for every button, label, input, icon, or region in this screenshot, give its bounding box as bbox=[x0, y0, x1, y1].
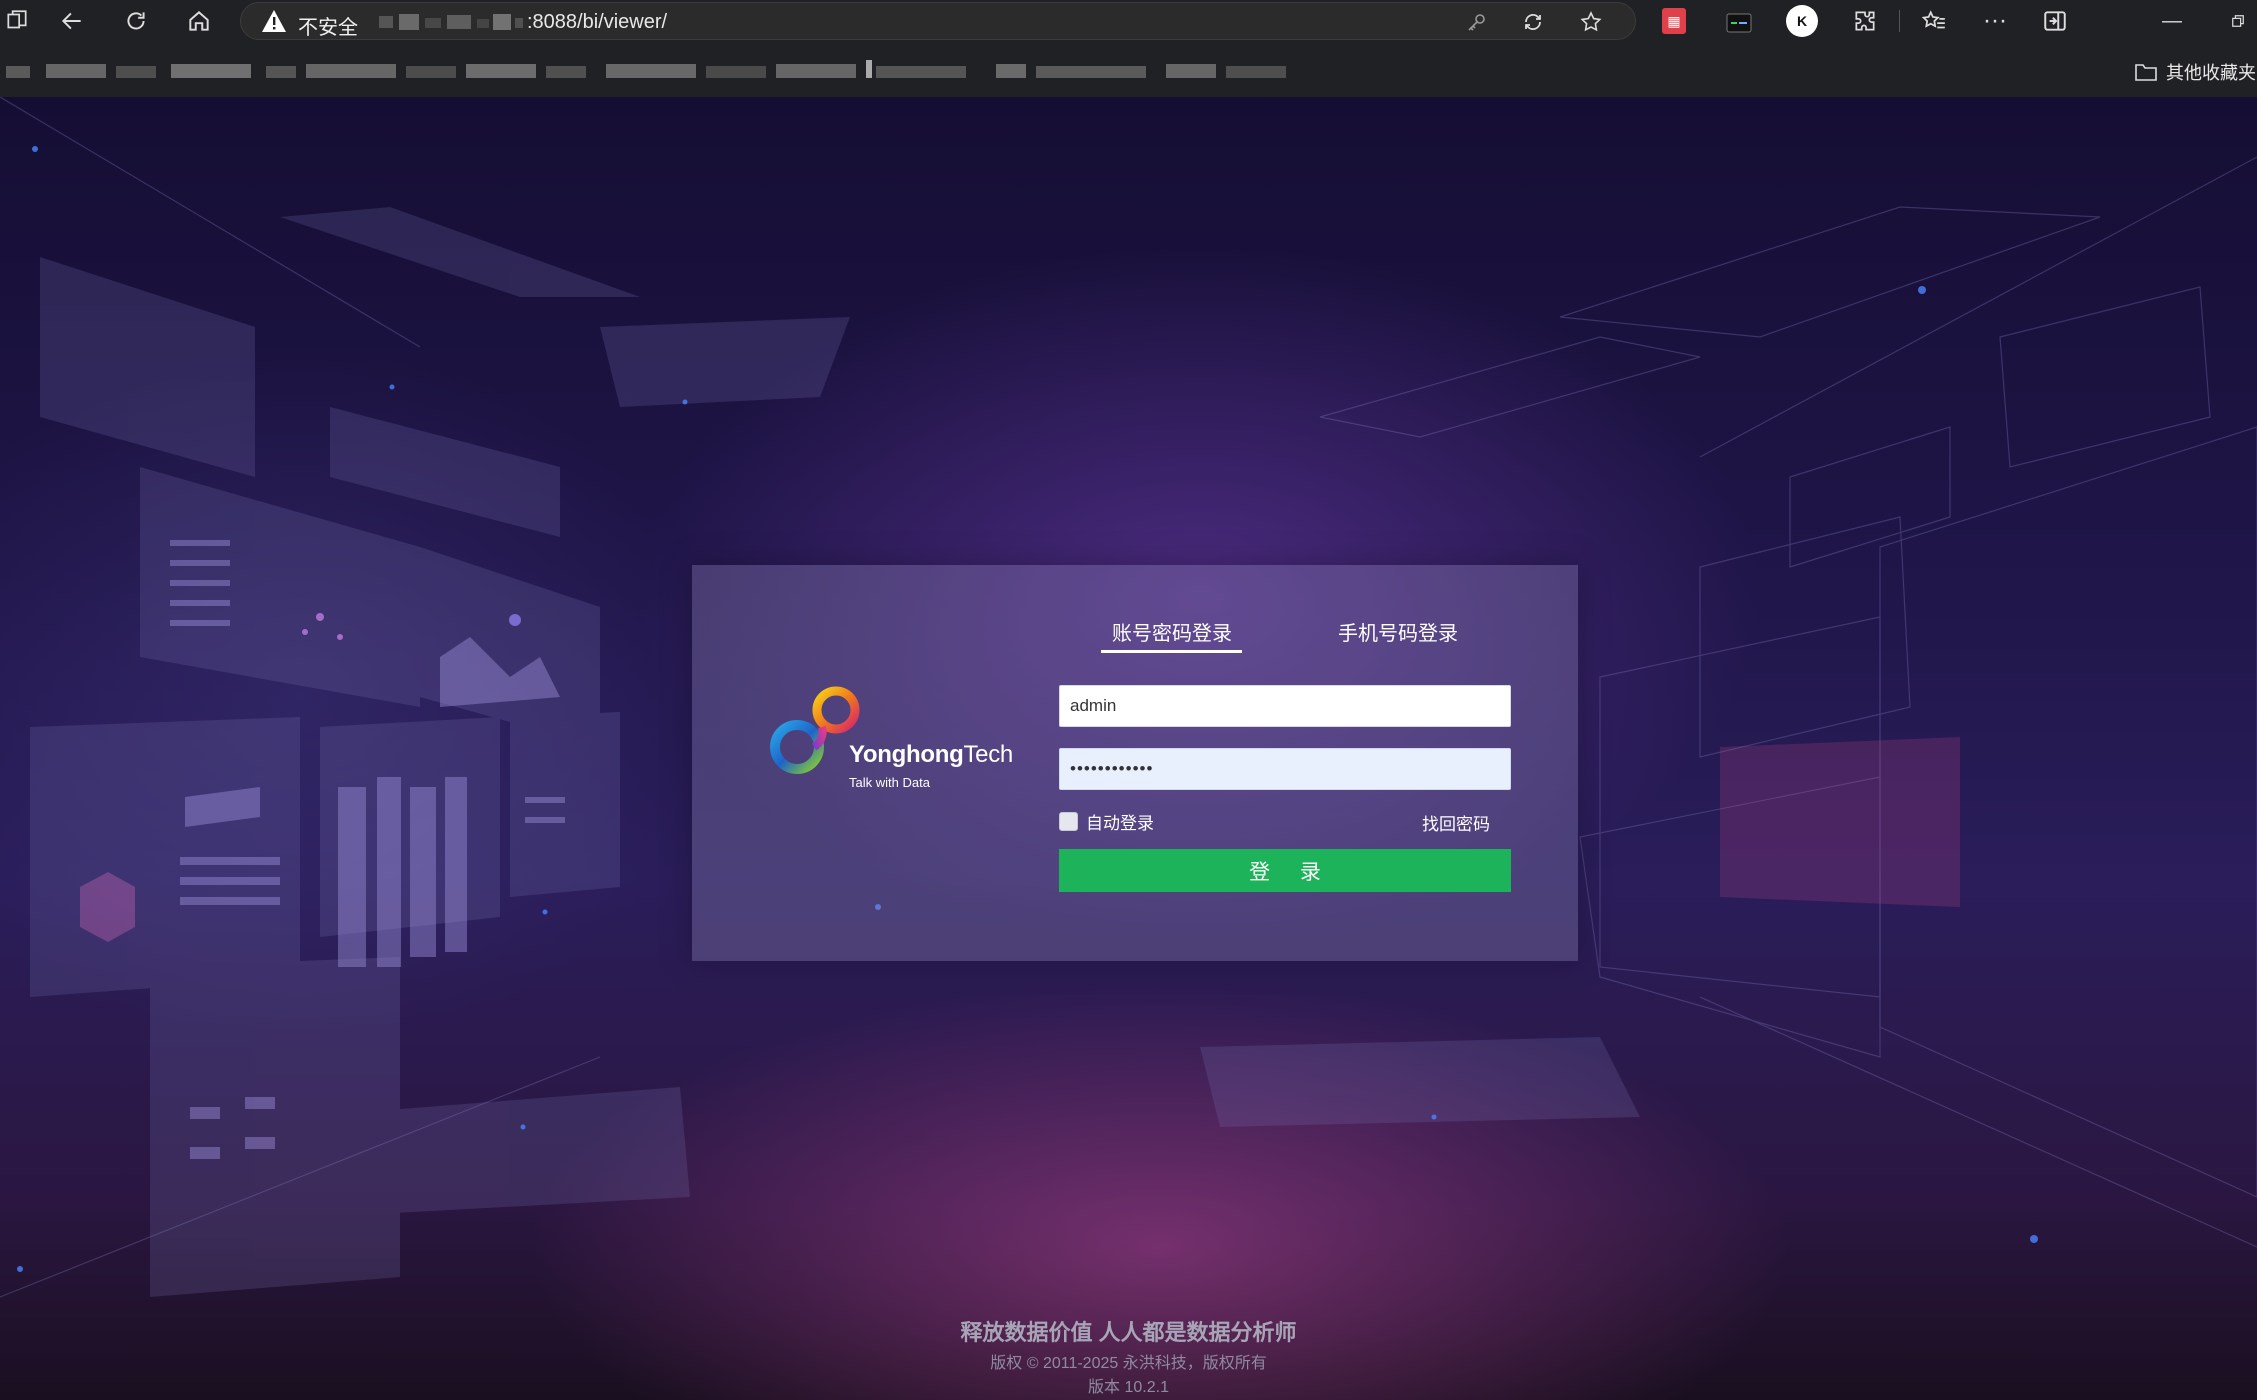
brand-name-bold: Yonghong bbox=[849, 741, 964, 768]
bookmarks-bar: 其他收藏夹 bbox=[0, 52, 2257, 92]
favorite-star-icon[interactable] bbox=[1577, 8, 1605, 36]
auto-login-checkbox[interactable] bbox=[1059, 811, 1078, 831]
forgot-password-link[interactable]: 找回密码 bbox=[1422, 810, 1490, 835]
other-bookmarks-folder[interactable]: 其他收藏夹 bbox=[2134, 58, 2256, 86]
password-input[interactable] bbox=[1059, 748, 1511, 790]
url-text[interactable]: :8088/bi/viewer/ bbox=[527, 11, 667, 34]
extensions-puzzle-icon[interactable] bbox=[1848, 4, 1882, 38]
brand-tagline: Talk with Data bbox=[849, 775, 930, 790]
address-bar[interactable]: 不安全 :8088/bi/viewer/ bbox=[240, 2, 1636, 40]
key-icon[interactable] bbox=[1463, 8, 1491, 36]
folder-icon bbox=[2135, 64, 2157, 81]
browser-toolbar: 不安全 :8088/bi/viewer/ ▦ K ··· — bbox=[0, 0, 2257, 42]
extension-k-label: K bbox=[1796, 13, 1808, 29]
browser-chrome: 不安全 :8088/bi/viewer/ ▦ K ··· — 其他收藏夹 bbox=[0, 0, 2257, 97]
footer-copyright: 版权 © 2011-2025 永洪科技，版权所有 bbox=[990, 1355, 1267, 1372]
restore-window-icon[interactable] bbox=[2214, 0, 2257, 42]
auto-login-label[interactable]: 自动登录 bbox=[1086, 809, 1154, 834]
back-button[interactable] bbox=[55, 4, 89, 38]
warning-icon[interactable] bbox=[261, 9, 287, 33]
insecure-label[interactable]: 不安全 bbox=[298, 11, 358, 40]
brand-name: YonghongTech bbox=[849, 741, 1013, 769]
toolbar-separator bbox=[1899, 10, 1900, 32]
active-tab-indicator bbox=[1101, 650, 1242, 653]
tab-phone-login[interactable]: 手机号码登录 bbox=[1338, 617, 1458, 646]
other-bookmarks-label: 其他收藏夹 bbox=[2166, 63, 2256, 83]
login-page: 账号密码登录 手机号码登录 YonghongTech Talk with Dat… bbox=[0, 97, 2257, 1400]
username-input[interactable] bbox=[1059, 685, 1511, 727]
login-button[interactable]: 登 录 bbox=[1059, 849, 1511, 892]
tab-account-password[interactable]: 账号密码登录 bbox=[1112, 617, 1232, 646]
footer-version: 版本 10.2.1 bbox=[1088, 1379, 1169, 1396]
redacted-bookmarks-mask bbox=[6, 60, 1286, 78]
sidebar-toggle-icon[interactable] bbox=[2038, 4, 2072, 38]
yonghong-logo: YonghongTech Talk with Data bbox=[764, 685, 1013, 795]
auto-login-option[interactable]: 自动登录 bbox=[1059, 809, 1154, 834]
extension-k-icon[interactable]: K bbox=[1786, 5, 1818, 37]
extension-terminal-icon[interactable] bbox=[1724, 8, 1754, 38]
login-card: 账号密码登录 手机号码登录 YonghongTech Talk with Dat… bbox=[692, 565, 1578, 961]
login-tabs: 账号密码登录 手机号码登录 bbox=[692, 565, 1578, 665]
refresh-button[interactable] bbox=[119, 4, 153, 38]
translate-icon[interactable] bbox=[1519, 8, 1547, 36]
brand-name-light: Tech bbox=[963, 741, 1013, 768]
more-menu-icon[interactable]: ··· bbox=[1978, 4, 2012, 38]
favorites-list-icon[interactable] bbox=[1917, 4, 1951, 38]
extension-red-icon[interactable]: ▦ bbox=[1662, 8, 1686, 34]
home-button[interactable] bbox=[182, 4, 216, 38]
minimize-window-icon[interactable]: — bbox=[2148, 0, 2196, 42]
workspaces-icon[interactable] bbox=[0, 4, 34, 38]
footer-slogan: 释放数据价值 人人都是数据分析师 bbox=[960, 1320, 1297, 1345]
